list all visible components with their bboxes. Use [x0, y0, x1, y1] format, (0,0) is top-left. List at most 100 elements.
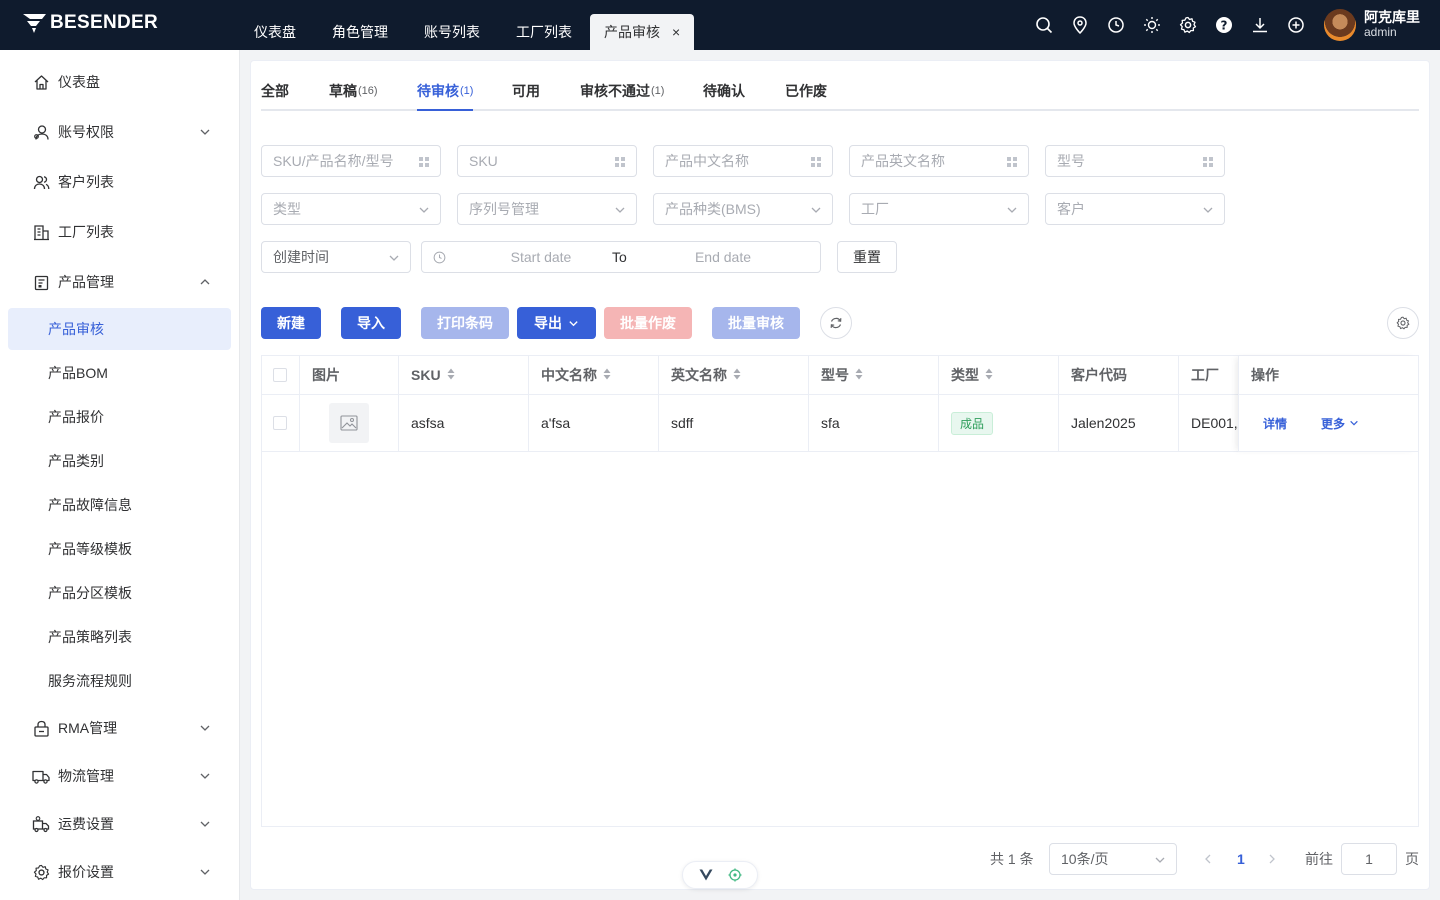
tab-to-confirm[interactable]: 待确认 — [703, 81, 745, 111]
sidebar-subitem-product-bom[interactable]: 产品BOM — [8, 352, 231, 394]
start-date-input[interactable]: Start date — [486, 249, 596, 265]
tab-draft[interactable]: 草稿(16) — [329, 81, 378, 111]
batch-review-button[interactable]: 批量审核 — [712, 307, 800, 339]
floating-toolbar[interactable] — [682, 861, 758, 889]
col-en-name[interactable]: 英文名称 — [659, 356, 809, 394]
image-placeholder-icon[interactable] — [329, 403, 369, 443]
grid-icon[interactable] — [1006, 155, 1018, 171]
top-tab-product-review[interactable]: 产品审核 × — [590, 14, 695, 50]
grid-icon[interactable] — [1202, 155, 1214, 171]
customer-select[interactable]: 客户 — [1045, 193, 1225, 225]
tab-voided[interactable]: 已作废 — [785, 81, 827, 111]
grid-icon[interactable] — [614, 155, 626, 171]
tab-pending-review[interactable]: 待审核(1) — [417, 81, 474, 111]
reset-button[interactable]: 重置 — [837, 241, 897, 273]
serial-management-select[interactable]: 序列号管理 — [457, 193, 637, 225]
col-sku[interactable]: SKU — [399, 356, 529, 394]
prev-page-icon[interactable] — [1203, 843, 1213, 875]
grid-icon[interactable] — [810, 155, 822, 171]
col-factory-label: 工厂 — [1191, 367, 1219, 383]
sidebar-item-factories[interactable]: 工厂列表 — [8, 211, 231, 253]
cn-name-input[interactable]: 产品中文名称 — [653, 145, 833, 177]
brand-logo[interactable]: BESENDER — [22, 12, 158, 34]
next-page-icon[interactable] — [1267, 843, 1277, 875]
page-number-current[interactable]: 1 — [1237, 843, 1245, 875]
tab-label: 草稿 — [329, 83, 357, 99]
sidebar-subitem-strategy-list[interactable]: 产品策略列表 — [8, 616, 231, 658]
sidebar-subitem-service-flow[interactable]: 服务流程规则 — [8, 660, 231, 702]
col-type[interactable]: 类型 — [939, 356, 1059, 394]
sidebar-item-logistics[interactable]: 物流管理 — [8, 755, 231, 797]
close-icon[interactable]: × — [672, 14, 680, 50]
add-circle-icon[interactable] — [1286, 15, 1306, 35]
grid-icon[interactable] — [418, 155, 430, 171]
sort-icon[interactable] — [855, 367, 863, 383]
export-button[interactable]: 导出 — [517, 307, 596, 339]
import-button[interactable]: 导入 — [341, 307, 401, 339]
chevron-down-icon — [418, 203, 430, 219]
product-kind-select[interactable]: 产品种类(BMS) — [653, 193, 833, 225]
sun-icon[interactable] — [1142, 15, 1162, 35]
type-select[interactable]: 类型 — [261, 193, 441, 225]
more-dropdown[interactable]: 更多 — [1321, 415, 1359, 432]
print-barcode-button[interactable]: 打印条码 — [421, 307, 509, 339]
sidebar-item-quote-settings[interactable]: 报价设置 — [8, 851, 231, 893]
factory-select[interactable]: 工厂 — [849, 193, 1029, 225]
sidebar: 仪表盘 账号权限 客户列表 工厂列表 产品管理 产品审核 产品BOM 产品报价 … — [0, 50, 240, 900]
location-icon[interactable] — [1070, 15, 1090, 35]
sidebar-item-account-permissions[interactable]: 账号权限 — [8, 111, 231, 153]
sidebar-subitem-product-review[interactable]: 产品审核 — [8, 308, 231, 350]
column-settings-icon[interactable] — [1387, 307, 1419, 339]
sort-icon[interactable] — [447, 367, 455, 383]
tab-available[interactable]: 可用 — [512, 81, 540, 111]
target-icon[interactable] — [728, 868, 742, 882]
sidebar-item-rma[interactable]: RMA管理 — [8, 707, 231, 749]
goto-page-input[interactable]: 1 — [1341, 843, 1397, 875]
top-tab-factories[interactable]: 工厂列表 — [498, 14, 590, 50]
help-icon[interactable]: ? — [1214, 15, 1234, 35]
vue-devtools-icon[interactable] — [699, 869, 713, 881]
settings-gear-icon[interactable] — [1178, 15, 1198, 35]
building-icon — [32, 223, 50, 241]
input-placeholder: 产品英文名称 — [861, 153, 945, 169]
tab-rejected[interactable]: 审核不通过(1) — [580, 81, 664, 111]
en-name-input[interactable]: 产品英文名称 — [849, 145, 1029, 177]
tab-count: (16) — [358, 85, 378, 97]
top-tab-dashboard[interactable]: 仪表盘 — [236, 14, 314, 50]
refresh-icon[interactable] — [820, 307, 852, 339]
row-checkbox[interactable] — [273, 416, 287, 430]
page-size-select[interactable]: 10条/页 — [1049, 843, 1177, 875]
user-menu[interactable]: 阿克库里 admin — [1324, 9, 1420, 41]
sidebar-subitem-partition-template[interactable]: 产品分区模板 — [8, 572, 231, 614]
sidebar-item-dashboard[interactable]: 仪表盘 — [8, 61, 231, 103]
model-input[interactable]: 型号 — [1045, 145, 1225, 177]
sort-icon[interactable] — [603, 367, 611, 383]
batch-void-button[interactable]: 批量作废 — [604, 307, 692, 339]
search-icon[interactable] — [1034, 15, 1054, 35]
search-keyword-input[interactable]: SKU/产品名称/型号 — [261, 145, 441, 177]
date-range-picker[interactable]: Start date To End date — [421, 241, 821, 273]
sidebar-subitem-product-quote[interactable]: 产品报价 — [8, 396, 231, 438]
top-tab-roles[interactable]: 角色管理 — [314, 14, 406, 50]
top-tab-accounts[interactable]: 账号列表 — [406, 14, 498, 50]
col-cn-name[interactable]: 中文名称 — [529, 356, 659, 394]
sort-icon[interactable] — [733, 367, 741, 383]
clock-icon[interactable] — [1106, 15, 1126, 35]
detail-link[interactable]: 详情 — [1263, 415, 1287, 432]
select-all-checkbox[interactable] — [273, 368, 287, 382]
sidebar-item-customers[interactable]: 客户列表 — [8, 161, 231, 203]
download-icon[interactable] — [1250, 15, 1270, 35]
sort-icon[interactable] — [985, 367, 993, 383]
new-button[interactable]: 新建 — [261, 307, 321, 339]
sidebar-item-shipping-fees[interactable]: 运费设置 — [8, 803, 231, 845]
sku-input[interactable]: SKU — [457, 145, 637, 177]
time-type-select[interactable]: 创建时间 — [261, 241, 411, 273]
sidebar-item-product-management[interactable]: 产品管理 — [8, 261, 231, 303]
sidebar-subitem-label: 产品故障信息 — [48, 497, 132, 513]
end-date-input[interactable]: End date — [668, 249, 778, 265]
tab-all[interactable]: 全部 — [261, 81, 289, 111]
sidebar-subitem-grade-template[interactable]: 产品等级模板 — [8, 528, 231, 570]
sidebar-subitem-product-faults[interactable]: 产品故障信息 — [8, 484, 231, 526]
col-model[interactable]: 型号 — [809, 356, 939, 394]
sidebar-subitem-product-category[interactable]: 产品类别 — [8, 440, 231, 482]
